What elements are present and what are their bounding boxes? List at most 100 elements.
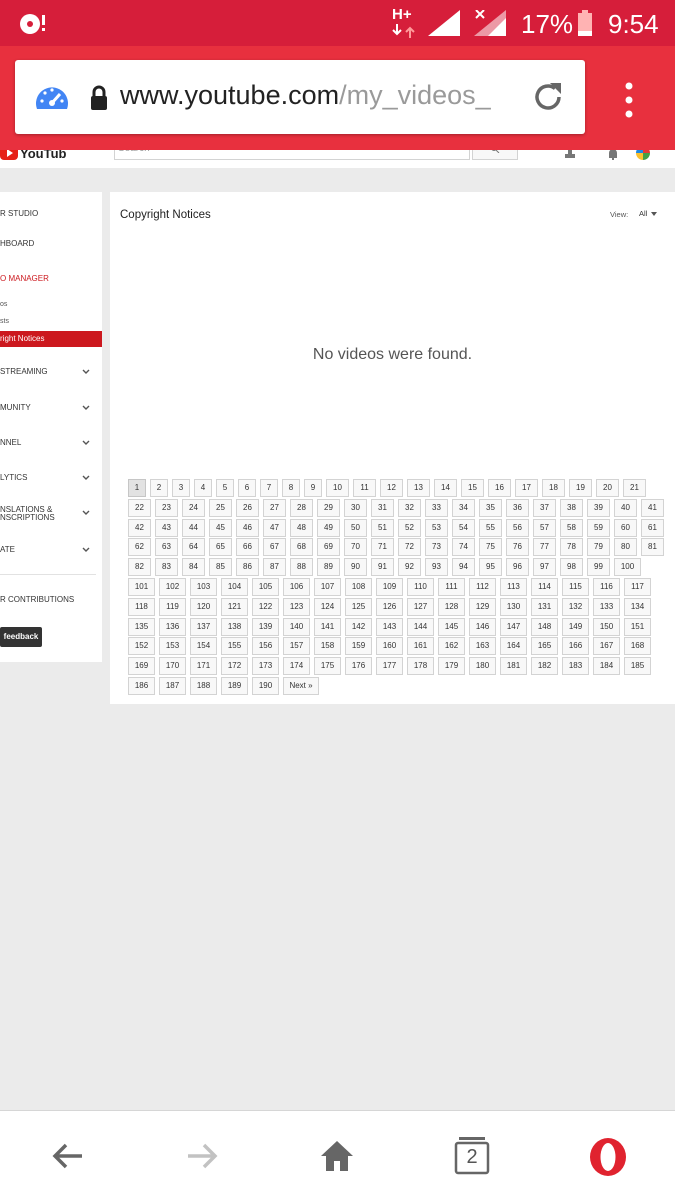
pagination-page-button[interactable]: 84 bbox=[182, 558, 205, 577]
speed-dial-icon[interactable] bbox=[33, 79, 71, 117]
pagination-page-button[interactable]: 188 bbox=[190, 677, 217, 695]
pagination-page-button[interactable]: 131 bbox=[531, 597, 558, 616]
pagination-page-button[interactable]: 37 bbox=[533, 498, 556, 517]
pagination-page-button[interactable]: 80 bbox=[614, 538, 637, 557]
pagination-page-button[interactable]: 109 bbox=[376, 578, 403, 596]
pagination-page-button[interactable]: 1 bbox=[128, 479, 146, 497]
pagination-page-button[interactable]: 59 bbox=[587, 518, 610, 537]
pagination-page-button[interactable]: 134 bbox=[624, 597, 651, 616]
pagination-page-button[interactable]: 23 bbox=[155, 498, 178, 517]
search-button[interactable] bbox=[472, 150, 518, 160]
pagination-page-button[interactable]: 182 bbox=[531, 657, 558, 676]
pagination-page-button[interactable]: 76 bbox=[506, 538, 529, 557]
pagination-page-button[interactable]: 148 bbox=[531, 617, 558, 636]
pagination-page-button[interactable]: 57 bbox=[533, 518, 556, 537]
pagination-page-button[interactable]: 68 bbox=[290, 538, 313, 557]
pagination-page-button[interactable]: 145 bbox=[438, 617, 465, 636]
pagination-page-button[interactable]: 190 bbox=[252, 677, 279, 695]
pagination-page-button[interactable]: 92 bbox=[398, 558, 421, 577]
pagination-page-button[interactable]: 24 bbox=[182, 498, 205, 517]
pagination-page-button[interactable]: 73 bbox=[425, 538, 448, 557]
pagination-page-button[interactable]: 173 bbox=[252, 657, 279, 676]
pagination-page-button[interactable]: 149 bbox=[562, 617, 589, 636]
pagination-page-button[interactable]: 151 bbox=[624, 617, 651, 636]
pagination-page-button[interactable]: 111 bbox=[438, 578, 465, 596]
pagination-page-button[interactable]: 175 bbox=[314, 657, 341, 676]
pagination-page-button[interactable]: 112 bbox=[469, 578, 496, 596]
pagination-page-button[interactable]: 185 bbox=[624, 657, 651, 676]
pagination-page-button[interactable]: 169 bbox=[128, 657, 155, 676]
pagination-page-button[interactable]: 130 bbox=[500, 597, 527, 616]
pagination-page-button[interactable]: 138 bbox=[221, 617, 248, 636]
pagination-page-button[interactable]: 62 bbox=[128, 538, 151, 557]
pagination-page-button[interactable]: 9 bbox=[304, 479, 322, 497]
bell-icon[interactable] bbox=[607, 150, 619, 160]
pagination-page-button[interactable]: 178 bbox=[407, 657, 434, 676]
pagination-page-button[interactable]: 2 bbox=[150, 479, 168, 497]
url-text[interactable]: www.youtube.com/my_videos_ bbox=[120, 80, 520, 111]
pagination-page-button[interactable]: 11 bbox=[353, 479, 376, 497]
pagination-page-button[interactable]: 171 bbox=[190, 657, 217, 676]
pagination-page-button[interactable]: 41 bbox=[641, 498, 664, 517]
view-filter-dropdown[interactable]: All bbox=[639, 209, 647, 218]
pagination-page-button[interactable]: 98 bbox=[560, 558, 583, 577]
pagination-page-button[interactable]: 116 bbox=[593, 578, 620, 596]
pagination-page-button[interactable]: 14 bbox=[434, 479, 457, 497]
pagination-page-button[interactable]: 20 bbox=[596, 479, 619, 497]
pagination-page-button[interactable]: 122 bbox=[252, 597, 279, 616]
pagination-page-button[interactable]: 10 bbox=[326, 479, 349, 497]
pagination-page-button[interactable]: 132 bbox=[562, 597, 589, 616]
pagination-page-button[interactable]: 127 bbox=[407, 597, 434, 616]
pagination-page-button[interactable]: 150 bbox=[593, 617, 620, 636]
pagination-page-button[interactable]: 18 bbox=[542, 479, 565, 497]
pagination-page-button[interactable]: 69 bbox=[317, 538, 340, 557]
pagination-page-button[interactable]: 72 bbox=[398, 538, 421, 557]
pagination-page-button[interactable]: 176 bbox=[345, 657, 372, 676]
pagination-page-button[interactable]: 64 bbox=[182, 538, 205, 557]
pagination-page-button[interactable]: 189 bbox=[221, 677, 248, 695]
pagination-next-button[interactable]: Next » bbox=[283, 677, 319, 695]
pagination-page-button[interactable]: 154 bbox=[190, 637, 217, 656]
pagination-page-button[interactable]: 86 bbox=[236, 558, 259, 577]
sidebar-item-live-streaming[interactable]: STREAMING bbox=[0, 367, 48, 376]
pagination-page-button[interactable]: 164 bbox=[500, 637, 527, 656]
pagination-page-button[interactable]: 160 bbox=[376, 637, 403, 656]
feedback-button[interactable]: feedback bbox=[0, 627, 42, 647]
pagination-page-button[interactable]: 31 bbox=[371, 498, 394, 517]
pagination-page-button[interactable]: 22 bbox=[128, 498, 151, 517]
pagination-page-button[interactable]: 44 bbox=[182, 518, 205, 537]
pagination-page-button[interactable]: 88 bbox=[290, 558, 313, 577]
pagination-page-button[interactable]: 137 bbox=[190, 617, 217, 636]
pagination-page-button[interactable]: 25 bbox=[209, 498, 232, 517]
pagination-page-button[interactable]: 3 bbox=[172, 479, 190, 497]
pagination-page-button[interactable]: 180 bbox=[469, 657, 496, 676]
pagination-page-button[interactable]: 139 bbox=[252, 617, 279, 636]
sidebar-item-community[interactable]: MUNITY bbox=[0, 403, 31, 412]
pagination-page-button[interactable]: 106 bbox=[283, 578, 310, 596]
pagination-page-button[interactable]: 13 bbox=[407, 479, 430, 497]
pagination-page-button[interactable]: 12 bbox=[380, 479, 403, 497]
pagination-page-button[interactable]: 95 bbox=[479, 558, 502, 577]
pagination-page-button[interactable]: 156 bbox=[252, 637, 279, 656]
upload-icon[interactable] bbox=[565, 150, 575, 158]
pagination-page-button[interactable]: 30 bbox=[344, 498, 367, 517]
avatar[interactable] bbox=[636, 150, 650, 160]
chevron-down-icon[interactable] bbox=[82, 369, 90, 375]
caret-down-icon[interactable] bbox=[651, 212, 657, 216]
pagination-page-button[interactable]: 136 bbox=[159, 617, 186, 636]
reload-icon[interactable] bbox=[531, 80, 565, 114]
pagination-page-button[interactable]: 105 bbox=[252, 578, 279, 596]
pagination-page-button[interactable]: 181 bbox=[500, 657, 527, 676]
sidebar-subitem-copyright-notices[interactable]: right Notices bbox=[0, 331, 102, 347]
pagination-page-button[interactable]: 135 bbox=[128, 617, 155, 636]
sidebar-item-create[interactable]: ATE bbox=[0, 545, 15, 554]
sidebar-item-translations-line2[interactable]: NSCRIPTIONS bbox=[0, 513, 55, 522]
pagination-page-button[interactable]: 166 bbox=[562, 637, 589, 656]
pagination-page-button[interactable]: 102 bbox=[159, 578, 186, 596]
pagination-page-button[interactable]: 56 bbox=[506, 518, 529, 537]
pagination-page-button[interactable]: 146 bbox=[469, 617, 496, 636]
pagination-page-button[interactable]: 19 bbox=[569, 479, 592, 497]
pagination-page-button[interactable]: 7 bbox=[260, 479, 278, 497]
pagination-page-button[interactable]: 162 bbox=[438, 637, 465, 656]
pagination-page-button[interactable]: 99 bbox=[587, 558, 610, 577]
